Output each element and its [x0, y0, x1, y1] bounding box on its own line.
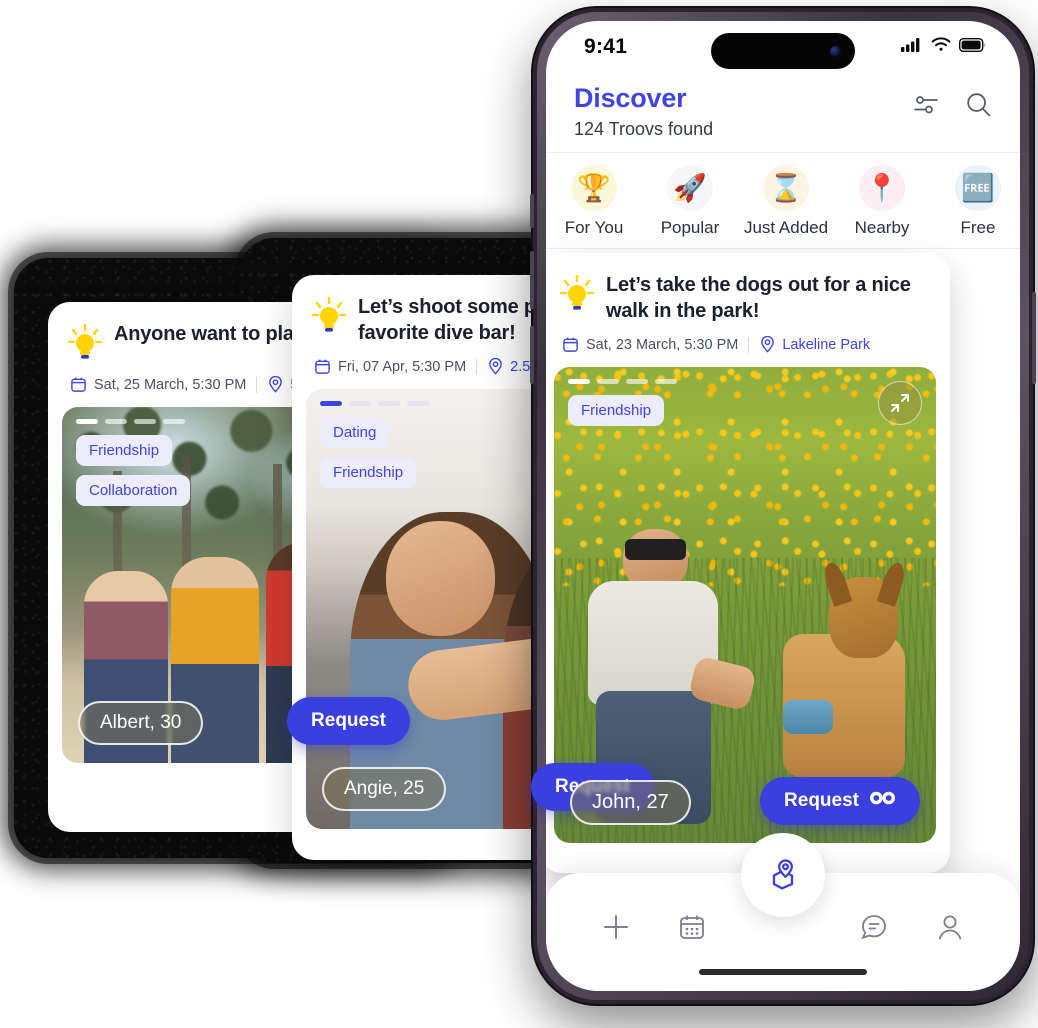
tag-chip[interactable]: Friendship — [568, 395, 665, 427]
phone-mockup: 9:41 Discover 124 Troovs found 🏆 For You… — [530, 8, 1036, 1004]
person-badge: John, 27 — [570, 780, 691, 826]
request-label: Request — [311, 710, 386, 731]
event-card-main[interactable]: Let’s take the dogs out for a nice walk … — [546, 253, 950, 874]
card-title: Let’s take the dogs out for a nice walk … — [606, 274, 911, 322]
tag-chip[interactable]: Friendship — [320, 457, 417, 489]
profile-icon[interactable] — [924, 901, 976, 953]
card-tags: Dating Friendship — [320, 417, 417, 489]
category-emoji-icon: ⌛ — [763, 165, 809, 212]
request-button[interactable]: Request — [760, 777, 920, 826]
calendar-icon — [314, 358, 331, 375]
home-indicator — [699, 969, 867, 975]
tag-chip[interactable]: Dating — [320, 417, 390, 449]
composition: Anyone want to play pickleball? Sat, 25 … — [0, 0, 1038, 1028]
power-button[interactable] — [1032, 292, 1036, 384]
calendar-icon — [70, 376, 87, 393]
dynamic-island — [711, 33, 855, 69]
lightbulb-icon — [68, 324, 102, 364]
meta-divider — [256, 376, 258, 393]
card-tags: Friendship Collaboration — [76, 435, 191, 506]
person-badge: Albert, 30 — [78, 701, 204, 745]
card-date: Fri, 07 Apr, 5:30 PM — [338, 358, 467, 375]
category-emoji-icon: 🚀 — [667, 165, 713, 212]
category-tabs[interactable]: 🏆 For You 🚀 Popular ⌛ Just Added 📍 Nearby 🆓 Free — [546, 153, 1020, 250]
photo-progress-dots[interactable] — [76, 419, 185, 424]
search-icon[interactable] — [965, 91, 992, 123]
photo-progress-dots[interactable] — [320, 401, 429, 407]
battery-icon — [958, 37, 986, 57]
plus-icon[interactable] — [590, 901, 642, 953]
request-button[interactable]: Request — [287, 697, 410, 745]
card-header: Let’s take the dogs out for a nice walk … — [546, 253, 950, 353]
card-meta: Sat, 23 March, 5:30 PM Lakeline Park — [562, 336, 930, 353]
category-tab-just-added[interactable]: ⌛ Just Added — [738, 165, 834, 238]
tag-chip[interactable]: Friendship — [76, 435, 173, 466]
calendar-icon[interactable] — [666, 901, 718, 953]
silent-switch[interactable] — [530, 194, 534, 228]
category-emoji-icon: 🆓 — [955, 165, 1001, 212]
category-label: Just Added — [743, 218, 829, 238]
lightbulb-icon — [312, 297, 346, 337]
category-label: Free — [960, 218, 996, 238]
location-pin-icon — [267, 376, 284, 393]
card-date: Sat, 23 March, 5:30 PM — [586, 336, 739, 353]
results-count: 124 Troovs found — [574, 119, 714, 140]
cellular-signal-icon — [901, 37, 923, 57]
app-header: Discover 124 Troovs found — [546, 73, 1020, 154]
location-pin-icon — [487, 358, 504, 375]
meta-divider — [748, 336, 750, 353]
status-bar: 9:41 — [546, 21, 1020, 73]
filter-sliders-icon[interactable] — [913, 93, 939, 122]
category-emoji-icon: 📍 — [859, 165, 905, 212]
category-label: For You — [564, 218, 624, 238]
category-emoji-icon: 🏆 — [571, 165, 617, 212]
person-badge: Angie, 25 — [322, 767, 447, 812]
photo-progress-dots[interactable] — [568, 379, 677, 385]
collapse-arrows-icon[interactable] — [878, 381, 922, 426]
wifi-icon — [931, 37, 951, 57]
status-time: 9:41 — [584, 35, 628, 58]
volume-down-button[interactable] — [530, 326, 534, 384]
map-pin-fab[interactable] — [741, 833, 825, 917]
category-tab-popular[interactable]: 🚀 Popular — [642, 165, 738, 238]
card-date: Sat, 25 March, 5:30 PM — [94, 376, 247, 393]
category-tab-nearby[interactable]: 📍 Nearby — [834, 165, 930, 238]
lightbulb-icon — [560, 275, 594, 315]
category-tab-free[interactable]: 🆓 Free — [930, 165, 1020, 238]
infinity-icon — [869, 790, 896, 812]
category-label: Nearby — [854, 218, 910, 238]
chat-bubble-icon[interactable] — [849, 901, 901, 953]
meta-divider — [476, 358, 478, 375]
category-label: Popular — [660, 218, 720, 238]
page-title: Discover — [574, 83, 687, 113]
location-pin-icon — [759, 336, 776, 353]
card-tags: Friendship — [568, 395, 665, 427]
calendar-icon — [562, 336, 579, 353]
request-label: Request — [784, 790, 859, 812]
category-tab-for-you[interactable]: 🏆 For You — [546, 165, 642, 238]
volume-up-button[interactable] — [530, 251, 534, 309]
phone-screen: 9:41 Discover 124 Troovs found 🏆 For You… — [546, 21, 1020, 991]
tag-chip[interactable]: Collaboration — [76, 475, 191, 506]
card-location: Lakeline Park — [782, 336, 871, 353]
